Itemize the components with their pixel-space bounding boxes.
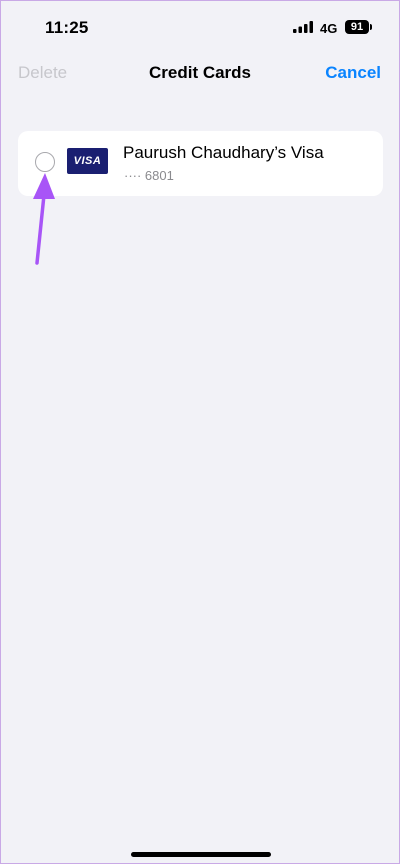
credit-card-row[interactable]: VISA Paurush Chaudhary’s Visa ···· 6801 [18,131,383,196]
cellular-signal-icon [293,21,313,33]
cancel-button[interactable]: Cancel [325,63,381,83]
card-number: ···· 6801 [124,168,174,183]
status-bar: 11:25 4G 91 [1,1,399,55]
network-type-label: 4G [320,21,338,36]
battery-icon: 91 [345,20,369,34]
status-time: 11:25 [45,18,89,37]
home-indicator[interactable] [131,852,271,857]
annotation-arrow-icon [33,173,55,265]
card-name: Paurush Chaudhary’s Visa [123,143,324,162]
visa-logo-icon: VISA [67,148,108,174]
navigation-bar: Delete Credit Cards Cancel [1,55,399,91]
battery-nub [370,24,372,30]
